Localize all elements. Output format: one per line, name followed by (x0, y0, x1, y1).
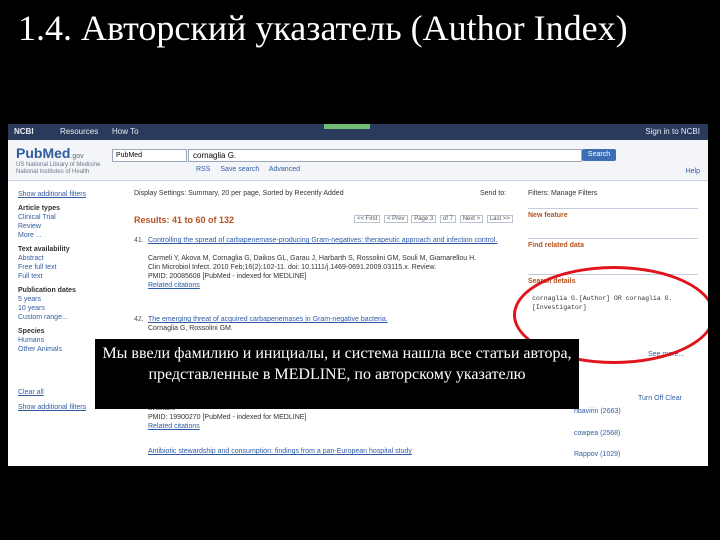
filter-item[interactable]: Abstract (18, 254, 128, 263)
result-pmid: PMID: 20085608 [PubMed - indexed for MED… (148, 273, 307, 280)
save-search-link[interactable]: Save search (220, 166, 259, 173)
recent-count: (2663) (600, 408, 621, 415)
caption-text: Мы ввели фамилию и инициалы, и система н… (102, 345, 572, 383)
filter-group-title: Publication dates (18, 287, 76, 294)
filter-group-title: Text availability (18, 246, 70, 253)
show-additional-filters-link[interactable]: Show additional filters (18, 190, 128, 199)
resources-menu[interactable]: Resources (60, 124, 98, 140)
caption-overlay: Мы ввели фамилию и инициалы, и система н… (95, 339, 579, 409)
result-title-link[interactable]: The emerging threat of acquired carbapen… (148, 316, 518, 324)
ncbi-top-bar: NCBI Resources How To Sign in to NCBI (8, 124, 708, 140)
feedback-tab[interactable] (324, 124, 370, 129)
pubmed-logo-text: PubMed (16, 145, 71, 161)
results-summary: Results: 41 to 60 of 132 (134, 215, 235, 225)
related-citations-link[interactable]: Related citations (148, 423, 518, 431)
prev-page-button[interactable]: < Prev (384, 215, 408, 223)
recent-count: (1029) (600, 451, 621, 458)
rss-link[interactable]: RSS (196, 166, 210, 173)
pubmed-screenshot: NCBI Resources How To Sign in to NCBI Pu… (8, 124, 708, 466)
recent-activity-item[interactable]: cowpea (2568) (574, 430, 620, 437)
last-page-button[interactable]: Last >> (486, 215, 513, 223)
nlm-subtitle: US National Library of Medicine National… (16, 162, 101, 175)
result-authors: Cornaglia G, Rossolini GM. (148, 325, 233, 332)
filter-group-title: Article types (18, 205, 61, 212)
send-to-menu[interactable]: Send to: (480, 190, 506, 197)
database-select[interactable]: PubMed (112, 149, 187, 162)
recent-count: (2568) (600, 430, 621, 437)
result-title-link[interactable]: Controlling the spread of carbapenemase-… (148, 237, 518, 245)
search-sublinks: RSS Save search Advanced (196, 166, 308, 173)
advanced-link[interactable]: Advanced (269, 166, 300, 173)
search-bar-area: PubMed.gov US National Library of Medici… (8, 140, 708, 181)
ncbi-logo[interactable]: NCBI (14, 124, 34, 140)
result-journal: Clin Microbiol Infect. 2010 Feb;16(2):10… (148, 264, 437, 271)
pubmed-logo[interactable]: PubMed.gov (16, 145, 84, 161)
result-pmid: PMID: 19900270 [PubMed - indexed for MED… (148, 414, 307, 421)
turn-off-clear-links[interactable]: Turn Off Clear (638, 395, 682, 402)
filter-item[interactable]: Full text (18, 272, 128, 281)
recent-activity-item[interactable]: Rappov (1029) (574, 451, 620, 458)
help-link[interactable]: Help (686, 168, 700, 175)
pubmed-logo-suffix: .gov (70, 153, 84, 160)
find-related-box[interactable]: Find related data (528, 238, 698, 249)
page-number-input[interactable]: Page 3 (411, 215, 437, 223)
slide-title: 1.4. Авторский указатель (Author Index) (18, 8, 628, 48)
filter-group-title: Species (18, 328, 45, 335)
signin-link[interactable]: Sign in to NCBI (645, 124, 700, 140)
result-title-link[interactable]: Antibiotic stewardship and consumption: … (148, 448, 518, 456)
filter-item[interactable]: Custom range... (18, 313, 128, 322)
recent-term: ribavirin (574, 408, 599, 415)
recent-activity-item[interactable]: ribavirin (2663) (574, 408, 621, 415)
new-feature-box[interactable]: New feature (528, 208, 698, 219)
filter-item[interactable]: Review (18, 222, 128, 231)
filter-item[interactable]: 10 years (18, 304, 128, 313)
howto-menu[interactable]: How To (112, 124, 139, 140)
result-authors: Carmeli Y, Akova M, Cornaglia G, Daikos … (148, 255, 477, 262)
new-feature-title: New feature (528, 212, 568, 219)
display-settings[interactable]: Display Settings: Summary, 20 per page, … (134, 190, 344, 197)
filter-item[interactable]: Free full text (18, 263, 128, 272)
pager: << First < Prev Page 3 of 7 Next > Last … (354, 215, 515, 223)
search-button[interactable]: Search (582, 149, 616, 161)
result-number: 42. (134, 316, 144, 323)
result-number: 41. (134, 237, 144, 244)
find-related-title: Find related data (528, 242, 585, 249)
next-page-button[interactable]: Next > (459, 215, 484, 223)
filters-manage-link[interactable]: Filters: Manage Filters (528, 190, 597, 197)
filter-item[interactable]: Clinical Trial (18, 213, 128, 222)
recent-term: Rappov (574, 451, 599, 458)
filter-item[interactable]: More ... (18, 231, 128, 240)
first-page-button[interactable]: << First (354, 215, 381, 223)
related-citations-link[interactable]: Related citations (148, 282, 518, 290)
filter-item[interactable]: 5 years (18, 295, 128, 304)
recent-term: cowpea (574, 430, 599, 437)
page-count: of 7 (439, 215, 456, 223)
search-input[interactable]: cornaglia G. (188, 149, 582, 162)
